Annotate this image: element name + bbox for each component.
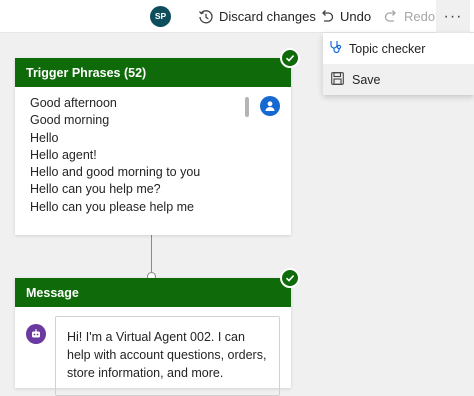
check-icon xyxy=(280,48,300,68)
discard-changes-label: Discard changes xyxy=(219,9,316,24)
trigger-phrase-list: Good afternoon Good morning Hello Hello … xyxy=(15,87,291,216)
message-bubble[interactable]: Hi! I'm a Virtual Agent 002. I can help … xyxy=(55,316,280,396)
topic-toolbar: SP Discard changes Undo Redo ··· xyxy=(0,0,474,33)
menu-item-label: Topic checker xyxy=(349,41,426,56)
redo-button[interactable]: Redo xyxy=(383,0,435,33)
bot-icon xyxy=(26,324,46,344)
more-options-button[interactable]: ··· xyxy=(436,0,470,33)
menu-item-label: Save xyxy=(352,72,381,87)
trigger-phrase: Good afternoon xyxy=(30,96,117,110)
more-icon: ··· xyxy=(443,7,463,25)
undo-label: Undo xyxy=(340,9,372,24)
phrase-scrollbar[interactable] xyxy=(245,97,249,117)
trigger-phrase: Hello and good morning to you xyxy=(30,165,201,180)
undo-icon xyxy=(319,9,335,25)
trigger-phrase: Hello can you please help me xyxy=(30,199,194,214)
undo-button[interactable]: Undo xyxy=(319,0,371,33)
redo-label: Redo xyxy=(404,9,436,24)
menu-item-save[interactable]: Save xyxy=(323,64,474,95)
more-options-menu: Topic checker Save xyxy=(323,33,474,95)
menu-item-topic-checker[interactable]: Topic checker xyxy=(323,33,474,64)
redo-icon xyxy=(383,9,399,25)
trigger-phrase: Hello can you help me? xyxy=(30,182,161,197)
trigger-phrase: Hello agent! xyxy=(30,147,97,162)
trigger-phrases-node[interactable]: Trigger Phrases (52) Good afternoon Good… xyxy=(15,58,291,235)
trigger-phrases-header: Trigger Phrases (52) xyxy=(15,58,291,87)
save-icon xyxy=(331,71,344,88)
message-node[interactable]: Message Hi! I'm a Virtual Agent 002. I c… xyxy=(15,278,291,396)
user-icon xyxy=(260,96,280,116)
trigger-phrase: Good morning xyxy=(30,113,110,128)
trigger-phrase: Hello xyxy=(30,130,59,145)
user-avatar[interactable]: SP xyxy=(150,6,171,27)
history-icon xyxy=(198,9,214,25)
message-header: Message xyxy=(15,278,291,307)
stethoscope-icon xyxy=(329,40,343,57)
discard-changes-button[interactable]: Discard changes xyxy=(198,0,316,33)
flow-connector xyxy=(151,235,152,273)
check-icon xyxy=(280,268,300,288)
